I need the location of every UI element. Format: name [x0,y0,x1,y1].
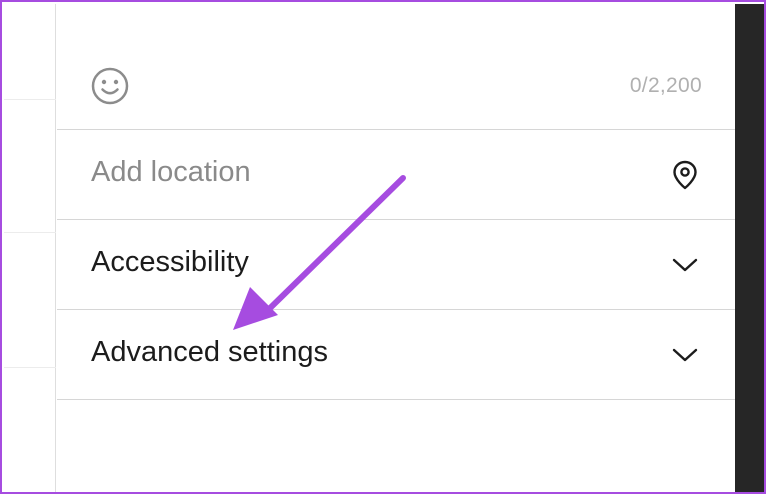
character-count: 0/2,200 [629,74,702,97]
accessibility-label: Accessibility [91,246,249,278]
background-dark-strip [735,4,764,492]
accessibility-row[interactable]: Accessibility [57,220,735,310]
add-location-input[interactable]: Add location [91,156,251,189]
caption-footer: 0/2,200 [57,4,735,130]
add-location-row[interactable]: Add location [57,130,735,220]
smiley-icon[interactable] [90,66,130,106]
advanced-settings-label: Advanced settings [91,336,328,368]
location-pin-icon [668,158,702,192]
chevron-down-icon[interactable] [668,338,702,372]
advanced-settings-row[interactable]: Advanced settings [57,310,735,400]
background-feed-strip [4,4,56,492]
screenshot-frame: 0/2,200 Add location Accessibility Advan… [0,0,766,494]
chevron-down-icon[interactable] [668,248,702,282]
post-options-panel: 0/2,200 Add location Accessibility Advan… [57,4,735,492]
